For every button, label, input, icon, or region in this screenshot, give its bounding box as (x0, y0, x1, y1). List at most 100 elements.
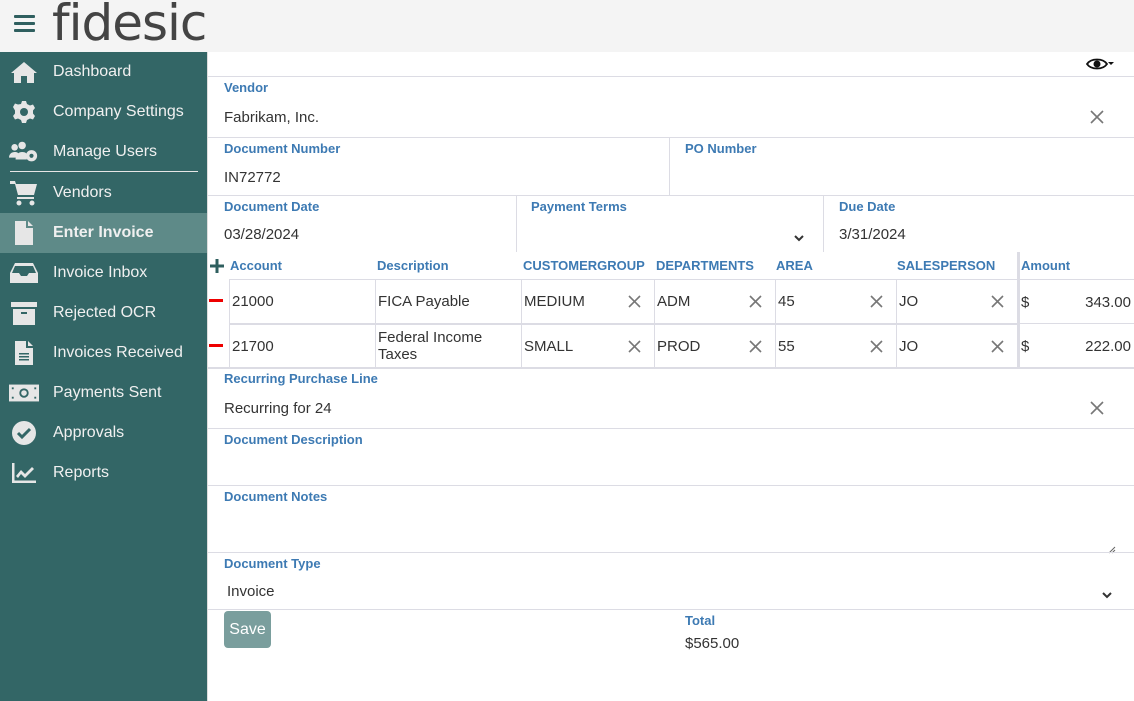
column-header-account: Account (230, 258, 282, 273)
account-field[interactable]: 21700 (229, 324, 376, 368)
amount-field[interactable]: $222.00 (1021, 324, 1131, 368)
close-icon[interactable] (748, 339, 763, 354)
column-header-amount: Amount (1021, 258, 1071, 273)
sidebar-item-rejected-ocr[interactable]: Rejected OCR (0, 293, 207, 333)
amount-field[interactable]: $343.00 (1021, 280, 1131, 324)
sidebar-item-label: Invoice Inbox (53, 264, 148, 281)
inbox-icon (9, 259, 39, 287)
add-line-button[interactable] (210, 259, 224, 273)
sidebar-item-invoice-inbox[interactable]: Invoice Inbox (0, 253, 207, 293)
close-icon[interactable] (627, 294, 642, 309)
check-circle-icon (9, 419, 39, 447)
document-description-field[interactable] (224, 458, 1114, 480)
customergroup-field[interactable]: SMALL (521, 324, 655, 368)
area-field[interactable]: 45 (775, 280, 897, 324)
customergroup-value: MEDIUM (524, 293, 585, 310)
chevron-down-icon[interactable] (1101, 587, 1113, 599)
currency-symbol: $ (1021, 337, 1030, 355)
document-date-label: Document Date (224, 199, 320, 214)
document-notes-field[interactable] (224, 512, 1114, 550)
document-date-field[interactable]: 03/28/2024 (224, 226, 299, 243)
sidebar-item-label: Enter Invoice (53, 224, 154, 241)
sidebar-item-label: Payments Sent (53, 384, 162, 401)
remove-line-button[interactable] (209, 344, 223, 347)
document-number-label: Document Number (224, 141, 341, 156)
salesperson-field[interactable]: JO (896, 280, 1018, 324)
departments-value: PROD (657, 337, 701, 355)
vendor-field[interactable]: Fabrikam, Inc. (224, 109, 319, 126)
close-icon (1090, 110, 1104, 124)
close-icon[interactable] (869, 294, 884, 309)
logo: fidesic (52, 0, 207, 52)
total-value: $565.00 (685, 635, 740, 652)
sidebar-item-vendors[interactable]: Vendors (0, 173, 207, 213)
visibility-toggle[interactable] (1085, 56, 1116, 72)
currency-symbol: $ (1021, 293, 1030, 311)
column-header-departments: DEPARTMENTS (656, 258, 754, 273)
sidebar-item-label: Reports (53, 464, 110, 481)
area-field[interactable]: 55 (775, 324, 897, 368)
resize-handle-icon[interactable] (1108, 541, 1116, 554)
recurring-label: Recurring Purchase Line (224, 371, 378, 386)
invoice-form: Vendor Fabrikam, Inc. Document Number IN… (207, 52, 1134, 701)
save-button[interactable]: Save (224, 611, 271, 648)
customergroup-field[interactable]: MEDIUM (521, 280, 655, 324)
divider (208, 367, 1134, 369)
amount-value: 343.00 (1085, 293, 1131, 311)
area-value: 45 (778, 293, 795, 310)
menu-icon[interactable] (14, 15, 35, 33)
close-icon[interactable] (990, 339, 1005, 354)
column-header-customergroup: CUSTOMERGROUP (523, 258, 645, 273)
salesperson-field[interactable]: JO (896, 324, 1018, 368)
description-field[interactable]: Federal Income Taxes (375, 324, 522, 368)
sidebar: Dashboard Company Settings Manage Users … (0, 52, 207, 701)
document-number-field[interactable]: IN72772 (224, 169, 281, 186)
description-field[interactable]: FICA Payable (375, 280, 522, 324)
close-icon[interactable] (869, 339, 884, 354)
document-type-label: Document Type (224, 556, 321, 571)
departments-field[interactable]: ADM (654, 280, 776, 324)
sidebar-item-enter-invoice[interactable]: Enter Invoice (0, 213, 207, 253)
clear-vendor-button[interactable] (1089, 109, 1105, 125)
file-text-icon (9, 339, 39, 367)
sidebar-item-dashboard[interactable]: Dashboard (0, 52, 207, 92)
customergroup-value: SMALL (524, 337, 574, 355)
close-icon[interactable] (748, 294, 763, 309)
divider (669, 137, 670, 195)
sidebar-divider (10, 171, 198, 172)
column-header-description: Description (377, 258, 449, 273)
divider (208, 195, 1134, 196)
sidebar-item-label: Company Settings (53, 103, 184, 120)
area-value: 55 (778, 337, 795, 355)
remove-line-button[interactable] (209, 299, 223, 302)
vendor-label: Vendor (224, 80, 269, 95)
divider (516, 195, 517, 252)
po-number-field[interactable] (685, 169, 1115, 189)
column-header-area: AREA (776, 258, 813, 273)
recurring-field[interactable]: Recurring for 24 (224, 400, 332, 417)
due-date-field[interactable]: 3/31/2024 (839, 226, 906, 243)
sidebar-item-manage-users[interactable]: Manage Users (0, 132, 207, 172)
salesperson-value: JO (899, 293, 919, 310)
sidebar-item-reports[interactable]: Reports (0, 453, 207, 493)
eye-icon (1085, 58, 1114, 70)
sidebar-item-label: Approvals (53, 424, 125, 441)
close-icon[interactable] (627, 339, 642, 354)
document-type-select[interactable]: Invoice (227, 583, 1107, 600)
payment-terms-select[interactable] (531, 226, 801, 246)
departments-field[interactable]: PROD (654, 324, 776, 368)
account-field[interactable]: 21000 (229, 280, 376, 324)
chevron-down-icon[interactable] (793, 230, 805, 242)
close-icon[interactable] (990, 294, 1005, 309)
sidebar-item-payments-sent[interactable]: Payments Sent (0, 373, 207, 413)
clear-recurring-button[interactable] (1089, 400, 1105, 416)
divider (208, 137, 1134, 138)
sidebar-item-company-settings[interactable]: Company Settings (0, 92, 207, 132)
amount-value: 222.00 (1085, 337, 1131, 355)
divider (208, 485, 1134, 486)
cart-icon (9, 179, 39, 207)
sidebar-item-invoices-received[interactable]: Invoices Received (0, 333, 207, 373)
departments-value: ADM (657, 293, 691, 310)
sidebar-item-approvals[interactable]: Approvals (0, 413, 207, 453)
sidebar-item-label: Vendors (53, 184, 112, 201)
